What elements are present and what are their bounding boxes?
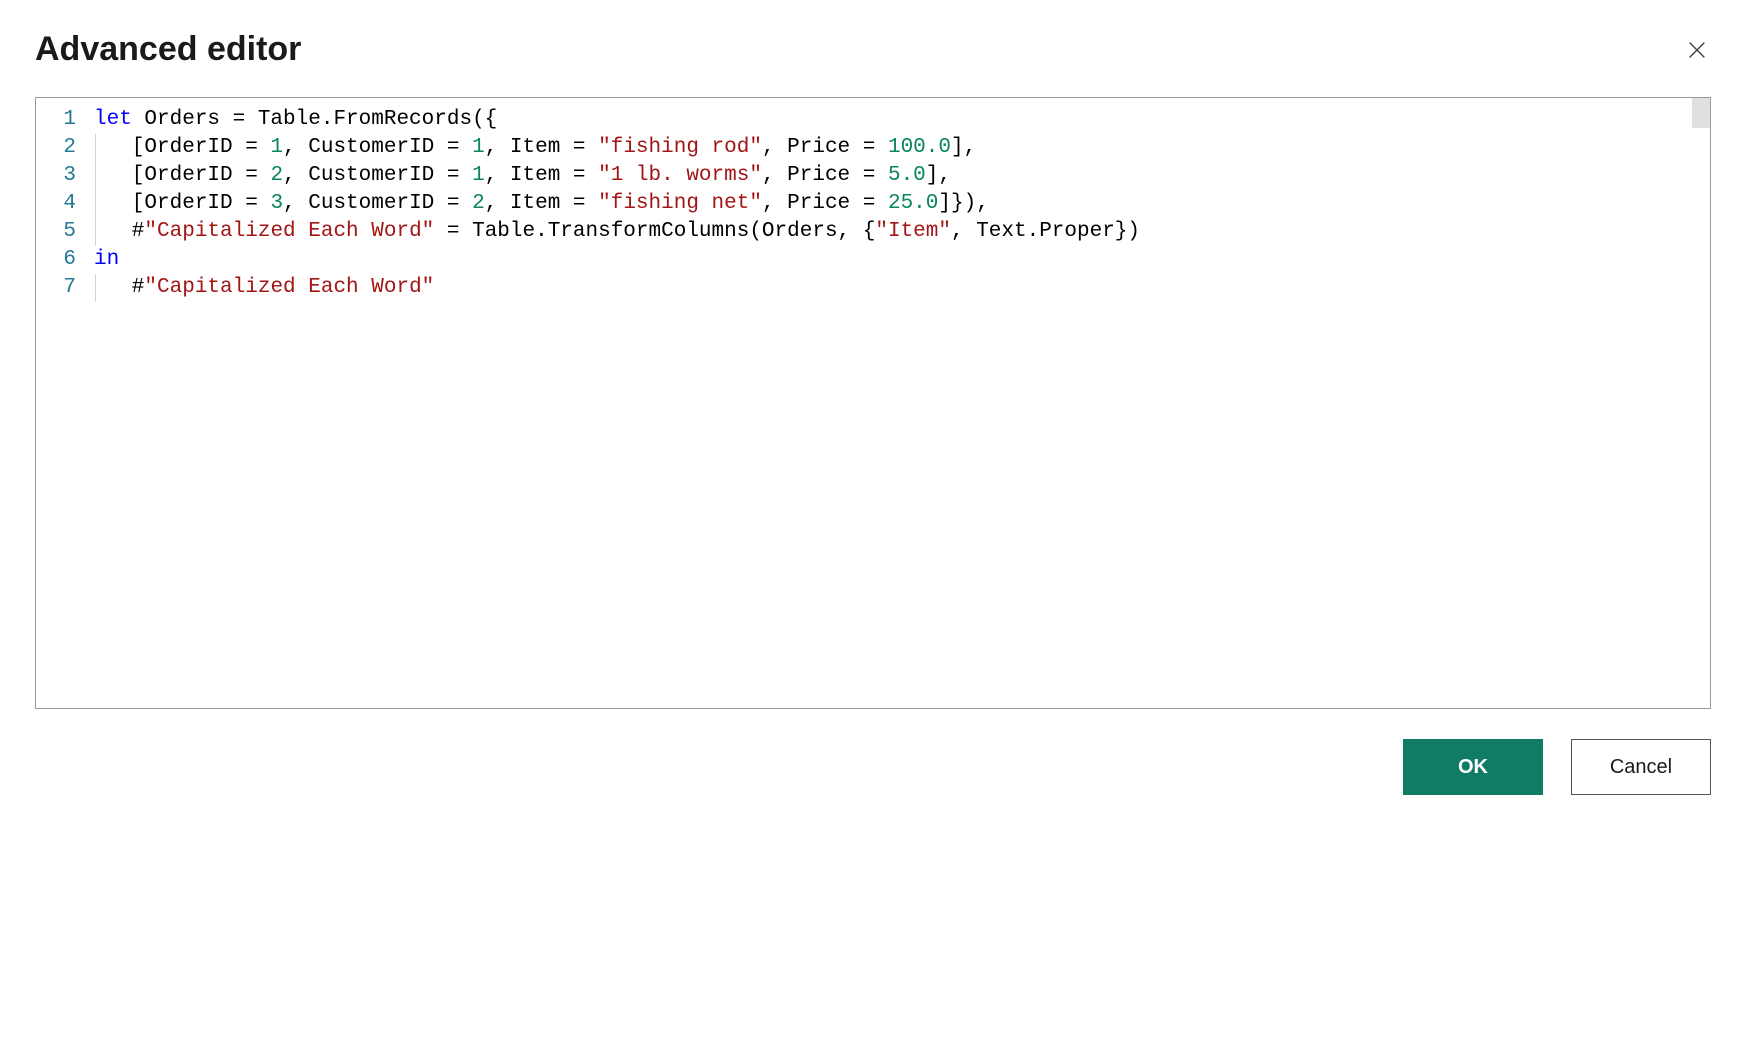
ok-button[interactable]: OK — [1403, 739, 1543, 795]
dialog-header: Advanced editor — [35, 30, 1711, 69]
line-number: 3 — [36, 162, 94, 190]
close-button[interactable] — [1683, 36, 1711, 64]
line-number: 5 — [36, 218, 94, 246]
code-line[interactable]: [OrderID = 2, CustomerID = 1, Item = "1 … — [94, 162, 1710, 190]
code-line[interactable]: [OrderID = 3, CustomerID = 2, Item = "fi… — [94, 190, 1710, 218]
cancel-button[interactable]: Cancel — [1571, 739, 1711, 795]
line-number: 1 — [36, 106, 94, 134]
code-line[interactable]: #"Capitalized Each Word" — [94, 274, 1710, 302]
line-number: 6 — [36, 246, 94, 274]
code-editor[interactable]: 1234567 let Orders = Table.FromRecords({… — [35, 97, 1711, 709]
dialog-footer: OK Cancel — [35, 739, 1711, 795]
close-icon — [1686, 39, 1708, 61]
code-line[interactable]: let Orders = Table.FromRecords({ — [94, 106, 1710, 134]
code-content[interactable]: let Orders = Table.FromRecords({ [OrderI… — [94, 98, 1710, 708]
code-line[interactable]: [OrderID = 1, CustomerID = 1, Item = "fi… — [94, 134, 1710, 162]
line-number: 7 — [36, 274, 94, 302]
scrollbar-thumb[interactable] — [1692, 98, 1710, 128]
line-number-gutter: 1234567 — [36, 98, 94, 708]
page-title: Advanced editor — [35, 30, 301, 69]
code-line[interactable]: in — [94, 246, 1710, 274]
line-number: 2 — [36, 134, 94, 162]
code-line[interactable]: #"Capitalized Each Word" = Table.Transfo… — [94, 218, 1710, 246]
line-number: 4 — [36, 190, 94, 218]
